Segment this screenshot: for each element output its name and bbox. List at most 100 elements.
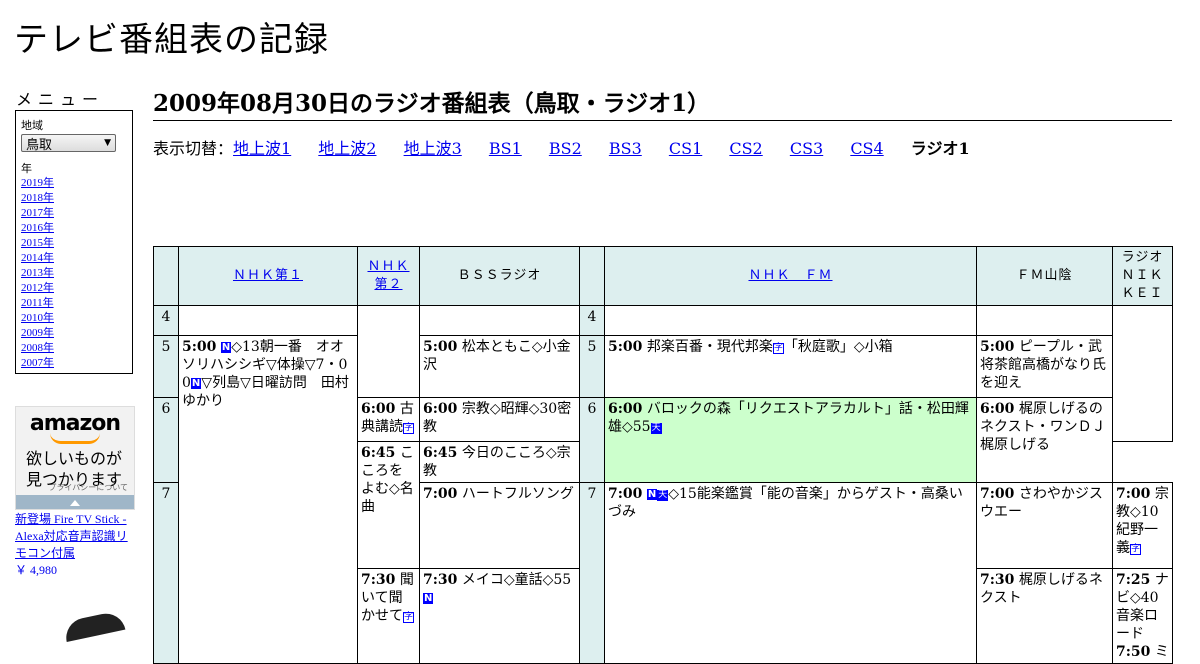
hour-cell: 6: [153, 397, 179, 483]
ad-product: 新登場 Fire TV Stick - Alexa対応音声認識リモコン付属 ￥ …: [15, 511, 137, 579]
program-grid: ＮＨＫ第１ ＮＨＫ第２ ＢＳＳラジオ ＮＨＫ ＦＭ ＦＭ山陰 ラジオＮＩＫＫＥＩ…: [153, 246, 1173, 664]
program-time: 6:00: [980, 401, 1015, 417]
year-link[interactable]: 2015年: [21, 237, 54, 249]
year-link[interactable]: 2014年: [21, 252, 54, 264]
switch-tab-cs1[interactable]: CS1: [669, 139, 702, 158]
program-cell[interactable]: 6:45 今日のこころ◇宗教: [419, 441, 580, 483]
year-link[interactable]: 2017年: [21, 207, 54, 219]
ad-bar: [16, 495, 134, 509]
weather-badge-icon: 天: [657, 490, 669, 501]
program-time: 7:00: [608, 486, 643, 502]
switch-tab-cs3[interactable]: CS3: [790, 139, 823, 158]
channel-header-nikkei: ラジオＮＩＫＫＥＩ: [1112, 246, 1173, 306]
program-time: 5:00: [423, 339, 458, 355]
switch-tab-bs2[interactable]: BS2: [549, 139, 582, 158]
year-link[interactable]: 2013年: [21, 267, 54, 279]
year-link[interactable]: 2012年: [21, 282, 54, 294]
switch-tab-bs1[interactable]: BS1: [489, 139, 522, 158]
subtitle-badge-icon: 字: [772, 343, 784, 354]
channel-header-fmsanin: ＦＭ山陰: [976, 246, 1113, 306]
news-badge-icon: N: [190, 378, 202, 389]
program-cell[interactable]: 7:00 ハートフルソング: [419, 482, 580, 569]
year-label: 年: [21, 163, 32, 175]
switch-tab-cs2[interactable]: CS2: [729, 139, 762, 158]
program-cell[interactable]: 6:45 こころをよむ◇名曲: [357, 441, 420, 569]
program-title: メイコ◇童話◇55: [461, 572, 572, 588]
channel-link-nhk1[interactable]: ＮＨＫ第１: [233, 268, 303, 283]
channel-header-nhk1: ＮＨＫ第１: [178, 246, 358, 306]
program-cell[interactable]: 6:00 宗教◇昭輝◇30密教: [419, 397, 580, 442]
program-cell-empty: [604, 305, 977, 336]
channel-header-nhkfm: ＮＨＫ ＦＭ: [604, 246, 977, 306]
program-time: 7:25: [1116, 572, 1151, 588]
program-cell[interactable]: 5:00 邦楽百番・現代邦楽字「秋庭歌」◇小箱: [604, 335, 977, 398]
program-cell[interactable]: 7:00 宗教◇10紀野一義字: [1112, 482, 1173, 569]
program-cell-empty: [976, 305, 1113, 336]
year-link[interactable]: 2018年: [21, 192, 54, 204]
program-cell[interactable]: 5:00 松本ともこ◇小金沢: [419, 335, 580, 398]
hour-cell: 5: [153, 335, 179, 398]
hour-header: [153, 246, 179, 306]
year-link[interactable]: 2009年: [21, 327, 54, 339]
program-cell[interactable]: 7:30 聞いて聞かせて字: [357, 568, 420, 664]
hour-cell: 5: [579, 335, 605, 398]
switch-tab-terrestrial2[interactable]: 地上波2: [318, 139, 376, 158]
program-time: 6:00: [608, 401, 643, 417]
program-cell[interactable]: 5:00 ピープル・武将茶館高橋がなり氏を迎え: [976, 335, 1113, 398]
menu-heading: メニュー: [16, 90, 105, 109]
region-label: 地域: [21, 120, 43, 132]
subtitle-badge-icon: 字: [403, 423, 415, 434]
program-time: 7:30: [980, 572, 1015, 588]
program-cell-highlight[interactable]: 6:00 バロックの森「リクエストアラカルト」話・松田輝雄◇55天: [604, 397, 977, 483]
region-select-value: 鳥取: [26, 137, 53, 153]
year-link[interactable]: 2011年: [21, 297, 54, 309]
program-time: 7:30: [361, 572, 396, 588]
program-cell[interactable]: 7:00 N 天◇15能楽鑑賞「能の音楽」からゲスト・高桑いづみ: [604, 482, 977, 664]
program-cell[interactable]: 7:00 さわやかジスウエー: [976, 482, 1113, 569]
switch-tab-bs3[interactable]: BS3: [609, 139, 642, 158]
program-time: 6:45: [361, 445, 396, 461]
year-list: 2019年 2018年 2017年 2016年 2015年 2014年 2013…: [21, 176, 127, 371]
year-link[interactable]: 2007年: [21, 357, 54, 369]
program-cell[interactable]: 6:00 古典講読字: [357, 397, 420, 442]
subtitle-badge-icon: 字: [403, 612, 415, 623]
program-cell[interactable]: 5:00 N◇13朝一番 オオソリハシシギ▽体操▽7・00N▽列島▽日曜訪問 田…: [178, 335, 358, 664]
program-time: 5:00: [980, 339, 1015, 355]
hour-cell: 4: [579, 305, 605, 336]
news-badge-icon: N: [423, 593, 434, 604]
program-cell-empty: [178, 305, 358, 336]
news-badge-icon: N: [220, 342, 232, 353]
year-link[interactable]: 2019年: [21, 177, 54, 189]
program-cell[interactable]: 7:30 梶原しげるネクスト: [976, 568, 1113, 664]
program-time: 7:30: [423, 572, 458, 588]
program-time: 5:00: [182, 339, 217, 355]
hour-cell: 4: [153, 305, 179, 336]
view-switcher: 表示切替：地上波1 地上波2 地上波3 BS1 BS2 BS3 CS1 CS2 …: [153, 135, 992, 159]
switch-tab-terrestrial3[interactable]: 地上波3: [404, 139, 462, 158]
year-link[interactable]: 2010年: [21, 312, 54, 324]
program-title: 邦楽百番・現代邦楽: [646, 339, 773, 355]
ad-product-link[interactable]: 新登場 Fire TV Stick - Alexa対応音声認識リモコン付属: [15, 512, 128, 560]
hour-cell: 7: [579, 482, 605, 664]
program-title: バロックの森「リクエストアラカルト」話・松田輝雄◇55: [608, 401, 969, 435]
hour-cell: 6: [579, 397, 605, 483]
program-cell[interactable]: 7:25 ナビ◇40音楽ロード 7:50 ミ: [1112, 568, 1173, 664]
switch-tab-radio1-current: ラジオ1: [910, 139, 970, 158]
region-select[interactable]: 鳥取 ▼: [21, 134, 116, 153]
program-cell-empty: [1112, 305, 1173, 442]
amazon-ad-banner[interactable]: amazon 欲しいものが 見つかります プライバシーについて: [15, 406, 135, 510]
year-link[interactable]: 2016年: [21, 222, 54, 234]
ad-price: ￥ 4,980: [15, 563, 58, 577]
ad-privacy-link[interactable]: プライバシーについて: [48, 482, 128, 493]
switch-tab-cs4[interactable]: CS4: [850, 139, 883, 158]
news-badge-icon: N: [646, 489, 658, 500]
program-cell[interactable]: 6:00 梶原しげるのネクスト・ワンＤＪ梶原しげる: [976, 397, 1113, 483]
site-title: テレビ番組表の記録: [14, 20, 329, 60]
page-title: 2009年08月30日のラジオ番組表（鳥取・ラジオ1）: [153, 84, 1172, 121]
channel-link-nhkfm[interactable]: ＮＨＫ ＦＭ: [748, 268, 832, 283]
program-title: ハートフルソング: [461, 486, 574, 502]
channel-link-nhk2[interactable]: ＮＨＫ第２: [367, 259, 409, 292]
year-link[interactable]: 2008年: [21, 342, 54, 354]
switch-tab-terrestrial1[interactable]: 地上波1: [233, 139, 291, 158]
program-cell[interactable]: 7:30 メイコ◇童話◇55 N: [419, 568, 580, 664]
